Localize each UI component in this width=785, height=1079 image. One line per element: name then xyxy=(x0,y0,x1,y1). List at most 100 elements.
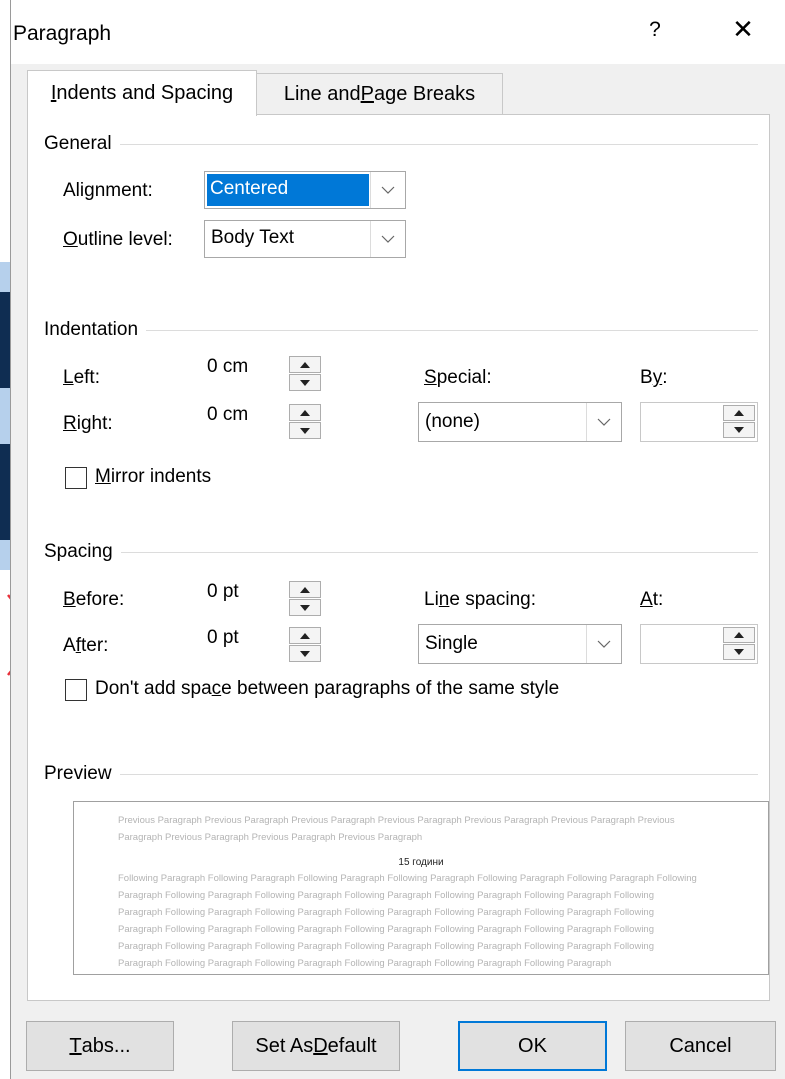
label-post: t: xyxy=(652,589,664,610)
indentation-divider xyxy=(48,330,758,331)
label-mnemonic: g xyxy=(84,180,95,201)
label-post: ter: xyxy=(80,635,109,656)
mirror-indents-label[interactable]: Mirror indents xyxy=(95,466,211,488)
chevron-down-icon[interactable] xyxy=(586,625,621,663)
label-mnemonic: L xyxy=(63,367,74,388)
left-indent-value[interactable]: 0 cm xyxy=(207,356,248,378)
tab-panel: General Alignment: Centered Outline leve… xyxy=(27,114,770,1001)
help-button[interactable]: ? xyxy=(643,18,667,42)
at-spinner[interactable] xyxy=(640,624,758,664)
cancel-button[interactable]: Cancel xyxy=(625,1021,776,1071)
chevron-down-icon[interactable] xyxy=(370,172,405,208)
right-indent-value[interactable]: 0 cm xyxy=(207,404,248,426)
button-label-post: efault xyxy=(327,1034,377,1057)
label-mnemonic: y xyxy=(652,367,663,388)
spin-up-icon[interactable] xyxy=(289,627,321,644)
outline-level-value: Body Text xyxy=(211,227,295,248)
label-pre: Don't add spa xyxy=(95,678,212,699)
preview-previous-paragraph: Previous Paragraph Previous Paragraph Pr… xyxy=(118,815,675,843)
background-app-strip-light xyxy=(0,262,10,292)
label-post: utline level: xyxy=(77,229,173,250)
left-indent-spinner[interactable]: 0 cm xyxy=(204,355,324,391)
spin-up-icon[interactable] xyxy=(289,356,321,373)
mirror-indents-checkbox[interactable] xyxy=(65,467,87,489)
spin-down-icon[interactable] xyxy=(723,422,755,438)
at-label: At: xyxy=(640,589,663,611)
preview-current-paragraph: 15 години xyxy=(398,857,444,868)
ok-button[interactable]: OK xyxy=(458,1021,607,1071)
set-as-default-button[interactable]: Set As Default xyxy=(232,1021,400,1071)
left-indent-label: Left: xyxy=(63,367,100,389)
outline-level-dropdown[interactable]: Body Text xyxy=(204,220,406,258)
label-pre: Ali xyxy=(63,180,85,201)
spacing-divider xyxy=(48,552,758,553)
paragraph-dialog: Paragraph ? ✕ Indents and Spacing Line a… xyxy=(10,0,785,1079)
chevron-down-icon[interactable] xyxy=(586,403,621,441)
spin-down-icon[interactable] xyxy=(289,422,321,439)
right-indent-label: Right: xyxy=(63,413,113,435)
alignment-label: Alignment: xyxy=(63,180,153,202)
line-spacing-dropdown[interactable]: Single xyxy=(418,624,622,664)
label-post: : xyxy=(662,367,668,388)
label-post: ight: xyxy=(76,413,113,434)
label-post: irror indents xyxy=(110,466,212,487)
label-mnemonic: A xyxy=(640,589,653,610)
dont-add-space-label[interactable]: Don't add space between paragraphs of th… xyxy=(95,678,559,700)
before-value[interactable]: 0 pt xyxy=(207,581,239,603)
spin-down-icon[interactable] xyxy=(723,644,755,660)
tabs-button[interactable]: Tabs... xyxy=(26,1021,174,1071)
tab-line-and-page-breaks[interactable]: Line and Page Breaks xyxy=(256,73,503,115)
preview-heading: Preview xyxy=(44,763,120,785)
background-app-strip-dark2 xyxy=(0,444,10,540)
label-mnemonic: B xyxy=(63,589,76,610)
label-post: e spacing: xyxy=(449,589,536,610)
label-post: nment: xyxy=(94,180,153,201)
line-spacing-label: Line spacing: xyxy=(424,589,536,611)
dont-add-space-checkbox[interactable] xyxy=(65,679,87,701)
label-post: pecial: xyxy=(436,367,492,388)
label-mnemonic: c xyxy=(211,678,222,699)
indentation-heading: Indentation xyxy=(44,319,147,341)
after-value[interactable]: 0 pt xyxy=(207,627,239,649)
label-pre: B xyxy=(640,367,653,388)
button-label-post: abs... xyxy=(81,1034,131,1057)
by-label: By: xyxy=(640,367,667,389)
spin-down-icon[interactable] xyxy=(289,645,321,662)
tab-label-post: age Breaks xyxy=(373,83,476,105)
button-label-pre: Set As xyxy=(255,1034,314,1057)
special-value: (none) xyxy=(425,411,480,432)
preview-pane: Previous Paragraph Previous Paragraph Pr… xyxy=(73,801,769,975)
tab-label-pre: Line and xyxy=(283,83,361,105)
label-mnemonic: O xyxy=(63,229,78,250)
after-spinner[interactable]: 0 pt xyxy=(204,626,324,662)
outline-level-label: Outline level: xyxy=(63,229,173,251)
label-pre: A xyxy=(63,635,76,656)
spin-up-icon[interactable] xyxy=(723,627,755,643)
special-label: Special: xyxy=(424,367,492,389)
close-icon[interactable]: ✕ xyxy=(727,14,759,45)
special-dropdown[interactable]: (none) xyxy=(418,402,622,442)
alignment-dropdown[interactable]: Centered xyxy=(204,171,406,209)
spin-up-icon[interactable] xyxy=(289,404,321,421)
dialog-title: Paragraph xyxy=(13,22,112,45)
background-app-strip-dark xyxy=(0,292,10,388)
label-post: efore: xyxy=(75,589,125,610)
label-mnemonic: S xyxy=(424,367,437,388)
chevron-down-icon[interactable] xyxy=(370,221,405,257)
tab-indents-and-spacing[interactable]: Indents and Spacing xyxy=(27,70,257,116)
label-post: eft: xyxy=(73,367,100,388)
label-mnemonic: n xyxy=(438,589,450,610)
spin-down-icon[interactable] xyxy=(289,374,321,391)
spin-up-icon[interactable] xyxy=(289,581,321,598)
before-spinner[interactable]: 0 pt xyxy=(204,580,324,616)
line-spacing-value: Single xyxy=(425,633,478,654)
spin-down-icon[interactable] xyxy=(289,599,321,616)
right-indent-spinner[interactable]: 0 cm xyxy=(204,403,324,439)
spacing-heading: Spacing xyxy=(44,541,121,563)
by-spinner[interactable] xyxy=(640,402,758,442)
button-mnemonic: D xyxy=(313,1034,328,1057)
preview-divider xyxy=(48,774,758,775)
tab-mnemonic: P xyxy=(360,83,374,105)
label-pre: Li xyxy=(424,589,439,610)
spin-up-icon[interactable] xyxy=(723,405,755,421)
